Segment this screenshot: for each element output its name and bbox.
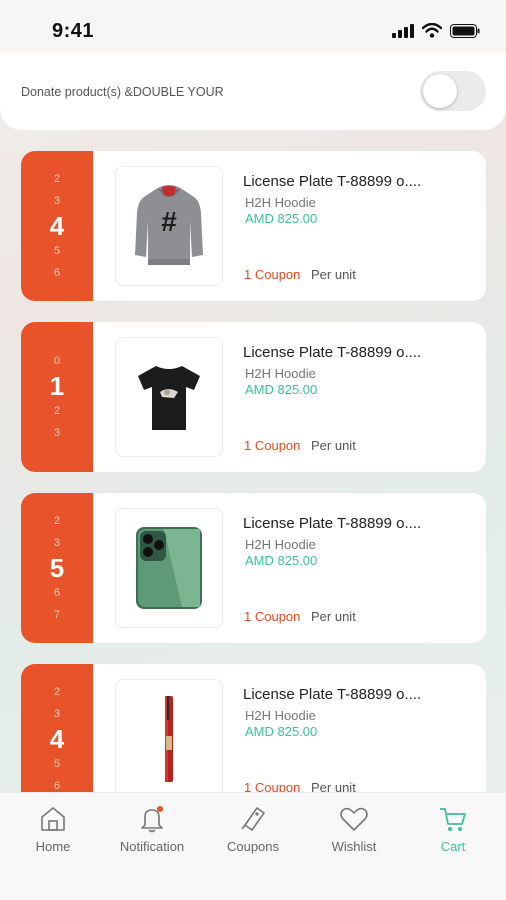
per-unit-label: Per unit bbox=[311, 609, 356, 624]
picker-selected[interactable]: 4 bbox=[50, 725, 64, 753]
product-image[interactable] bbox=[115, 508, 223, 628]
coupon-count: 1 Coupon bbox=[244, 267, 301, 282]
tab-label: Wishlist bbox=[331, 839, 377, 854]
product-title[interactable]: License Plate T-88899 o.... bbox=[243, 686, 421, 703]
picker-option[interactable]: 3 bbox=[54, 422, 60, 444]
quantity-picker[interactable]: 2 3 5 6 7 bbox=[21, 493, 93, 643]
battery-icon bbox=[450, 23, 480, 38]
product-subtitle: H2H Hoodie bbox=[245, 195, 316, 210]
picker-option[interactable]: 7 bbox=[54, 604, 60, 626]
tab-wishlist[interactable]: Wishlist bbox=[304, 793, 404, 873]
picker-option[interactable]: 3 bbox=[54, 532, 60, 554]
product-image[interactable] bbox=[115, 679, 223, 799]
product-price: AMD 825.00 bbox=[245, 724, 318, 739]
product-price: AMD 825.00 bbox=[245, 553, 318, 568]
hoodie-image: # bbox=[135, 185, 203, 265]
signal-icon bbox=[392, 23, 414, 38]
picker-option[interactable]: 2 bbox=[54, 510, 60, 532]
tab-label: Home bbox=[35, 839, 71, 854]
home-icon bbox=[41, 807, 65, 831]
picker-option[interactable]: 2 bbox=[54, 681, 60, 703]
per-unit-label: Per unit bbox=[311, 267, 356, 282]
picker-option[interactable]: 5 bbox=[54, 753, 60, 775]
tab-notification[interactable]: Notification bbox=[102, 793, 202, 873]
bottom-tab-bar: Home Notification Coupons Wishlist Cart bbox=[0, 792, 506, 900]
product-subtitle: H2H Hoodie bbox=[245, 537, 316, 552]
per-unit-label: Per unit bbox=[311, 438, 356, 453]
pen-image bbox=[165, 696, 173, 782]
product-image[interactable]: # bbox=[115, 166, 223, 286]
picker-selected[interactable]: 5 bbox=[50, 554, 64, 582]
cart-item[interactable]: 0 1 2 3 License Plate T-88899 o.... H2H … bbox=[21, 322, 486, 472]
status-time: 9:41 bbox=[52, 20, 95, 42]
tab-label: Notification bbox=[119, 839, 185, 854]
tab-coupons[interactable]: Coupons bbox=[203, 793, 303, 873]
phone-image bbox=[136, 527, 202, 609]
cart-icon bbox=[440, 808, 466, 831]
product-price: AMD 825.00 bbox=[245, 382, 318, 397]
product-title[interactable]: License Plate T-88899 o.... bbox=[243, 515, 421, 532]
picker-option[interactable]: 5 bbox=[54, 240, 60, 262]
cart-item[interactable]: 2 3 5 6 7 License Plate T-88899 o.... H2… bbox=[21, 493, 486, 643]
product-image[interactable] bbox=[115, 337, 223, 457]
picker-selected[interactable]: 4 bbox=[50, 212, 64, 240]
tab-label: Cart bbox=[440, 839, 466, 854]
coupon-icon bbox=[241, 807, 265, 831]
donate-label: Donate product(s) &DOUBLE YOUR bbox=[21, 85, 224, 99]
status-icons bbox=[392, 23, 480, 38]
bell-icon bbox=[141, 806, 163, 833]
tab-cart[interactable]: Cart bbox=[403, 793, 503, 873]
coupon-count: 1 Coupon bbox=[244, 609, 301, 624]
tshirt-image bbox=[138, 366, 200, 430]
picker-option[interactable]: 3 bbox=[54, 190, 60, 212]
product-title[interactable]: License Plate T-88899 o.... bbox=[243, 173, 421, 190]
heart-icon bbox=[340, 807, 368, 831]
picker-option[interactable]: 3 bbox=[54, 703, 60, 725]
picker-option[interactable]: 6 bbox=[54, 262, 60, 284]
picker-option[interactable]: 6 bbox=[54, 582, 60, 604]
product-title[interactable]: License Plate T-88899 o.... bbox=[243, 344, 421, 361]
quantity-picker[interactable]: 2 3 4 5 6 bbox=[21, 151, 93, 301]
status-bar: 9:41 bbox=[0, 0, 506, 56]
tab-home[interactable]: Home bbox=[3, 793, 103, 873]
picker-selected[interactable]: 1 bbox=[50, 372, 64, 400]
quantity-picker[interactable]: 0 1 2 3 bbox=[21, 322, 93, 472]
picker-option[interactable]: 0 bbox=[54, 350, 60, 372]
coupon-count: 1 Coupon bbox=[244, 438, 301, 453]
product-subtitle: H2H Hoodie bbox=[245, 708, 316, 723]
product-price: AMD 825.00 bbox=[245, 211, 318, 226]
wifi-icon bbox=[422, 23, 442, 38]
picker-option[interactable]: 2 bbox=[54, 168, 60, 190]
svg-text:#: # bbox=[161, 206, 177, 237]
picker-option[interactable]: 2 bbox=[54, 400, 60, 422]
tab-label: Coupons bbox=[226, 839, 280, 854]
donate-toggle[interactable] bbox=[420, 71, 486, 111]
cart-item[interactable]: 2 3 4 5 6 # License Plate T-88899 o.... … bbox=[21, 151, 486, 301]
toggle-knob bbox=[423, 74, 457, 108]
product-subtitle: H2H Hoodie bbox=[245, 366, 316, 381]
